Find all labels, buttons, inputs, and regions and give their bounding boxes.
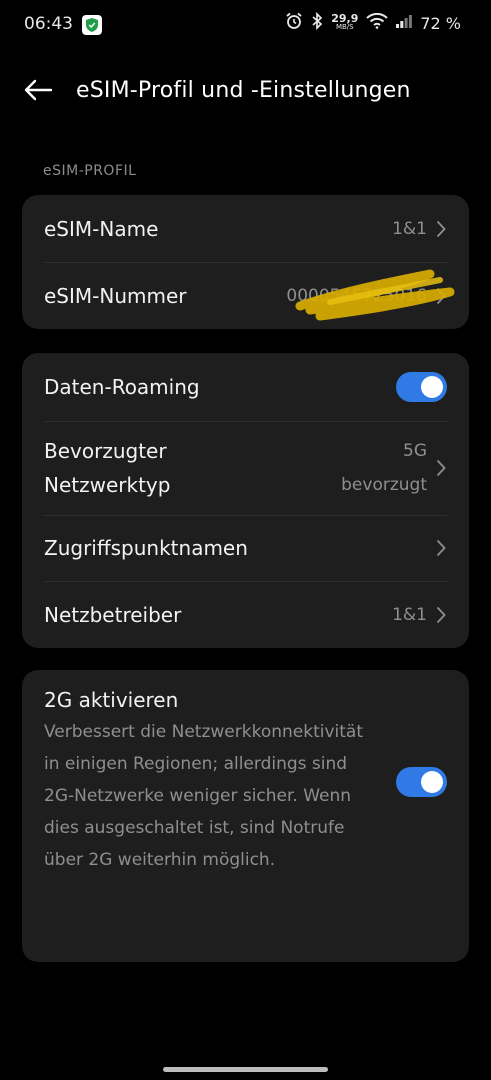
section-label-esim-profile: eSIM-PROFIL bbox=[43, 163, 137, 179]
chevron-right-icon bbox=[435, 538, 447, 558]
shield-app-icon bbox=[82, 15, 102, 35]
preferred-network-value: 5G bevorzugt bbox=[341, 434, 427, 502]
preferred-network-label: Bevorzugter Netzwerktyp bbox=[44, 434, 341, 502]
app-header: eSIM-Profil und -Einstellungen bbox=[0, 68, 491, 114]
speed-unit: MB/S bbox=[335, 23, 354, 31]
enable-2g-description: Verbessert die Netzwerkkonnektivität in … bbox=[44, 722, 363, 870]
esim-name-value: 1&1 bbox=[392, 218, 427, 239]
network-operator-row[interactable]: Netzbetreiber 1&1 bbox=[22, 581, 469, 648]
toggle-knob bbox=[421, 376, 443, 398]
preferred-network-row[interactable]: Bevorzugter Netzwerktyp 5G bevorzugt bbox=[22, 421, 469, 515]
status-bar: 06:43 29,9 MB/S 72 % bbox=[0, 0, 491, 52]
esim-name-label: eSIM-Name bbox=[44, 216, 159, 241]
status-icons: 29,9 MB/S 72 % bbox=[285, 11, 461, 34]
chevron-right-icon bbox=[435, 286, 447, 306]
wifi-icon bbox=[366, 12, 389, 33]
preferred-network-value-line2: bevorzugt bbox=[341, 475, 427, 495]
network-operator-label: Netzbetreiber bbox=[44, 602, 182, 627]
esim-number-label: eSIM-Nummer bbox=[44, 283, 187, 308]
enable-2g-card: 2G aktivieren Verbessert die Netzwerkkon… bbox=[22, 670, 469, 962]
status-time: 06:43 bbox=[24, 14, 73, 34]
back-button[interactable] bbox=[20, 74, 56, 110]
network-settings-card: Daten-Roaming Bevorzugter Netzwerktyp 5G… bbox=[22, 353, 469, 648]
preferred-network-label-line1: Bevorzugter bbox=[44, 439, 167, 463]
enable-2g-toggle[interactable] bbox=[396, 767, 447, 797]
chevron-right-icon bbox=[435, 458, 447, 478]
network-speed: 29,9 MB/S bbox=[331, 12, 359, 32]
battery-percentage: 72 % bbox=[420, 13, 461, 33]
esim-number-row[interactable]: eSIM-Nummer 0000545725016 bbox=[22, 262, 469, 329]
esim-profile-card: eSIM-Name 1&1 eSIM-Nummer 0000545725016 bbox=[22, 195, 469, 329]
arrow-left-icon bbox=[23, 79, 53, 105]
data-roaming-row[interactable]: Daten-Roaming bbox=[22, 353, 469, 421]
esim-number-value: 0000545725016 bbox=[286, 285, 427, 306]
enable-2g-row[interactable]: 2G aktivieren Verbessert die Netzwerkkon… bbox=[22, 670, 469, 894]
chevron-right-icon bbox=[435, 605, 447, 625]
speed-value: 29,9 bbox=[331, 12, 359, 25]
enable-2g-text: 2G aktivieren Verbessert die Netzwerkkon… bbox=[44, 688, 396, 876]
alarm-icon bbox=[285, 12, 303, 34]
signal-icon bbox=[396, 14, 413, 32]
access-point-names-row[interactable]: Zugriffspunktnamen bbox=[22, 515, 469, 581]
home-indicator[interactable] bbox=[163, 1067, 328, 1072]
toggle-knob bbox=[421, 771, 443, 793]
esim-name-row[interactable]: eSIM-Name 1&1 bbox=[22, 195, 469, 262]
data-roaming-toggle[interactable] bbox=[396, 372, 447, 402]
data-roaming-label: Daten-Roaming bbox=[44, 375, 200, 399]
network-operator-value: 1&1 bbox=[392, 604, 427, 625]
page-title: eSIM-Profil und -Einstellungen bbox=[76, 78, 411, 103]
preferred-network-label-line2: Netzwerktyp bbox=[44, 473, 171, 497]
bluetooth-icon bbox=[311, 11, 323, 34]
enable-2g-title: 2G aktivieren bbox=[44, 688, 179, 712]
preferred-network-value-line1: 5G bbox=[403, 441, 427, 461]
access-point-names-label: Zugriffspunktnamen bbox=[44, 536, 248, 560]
chevron-right-icon bbox=[435, 219, 447, 239]
